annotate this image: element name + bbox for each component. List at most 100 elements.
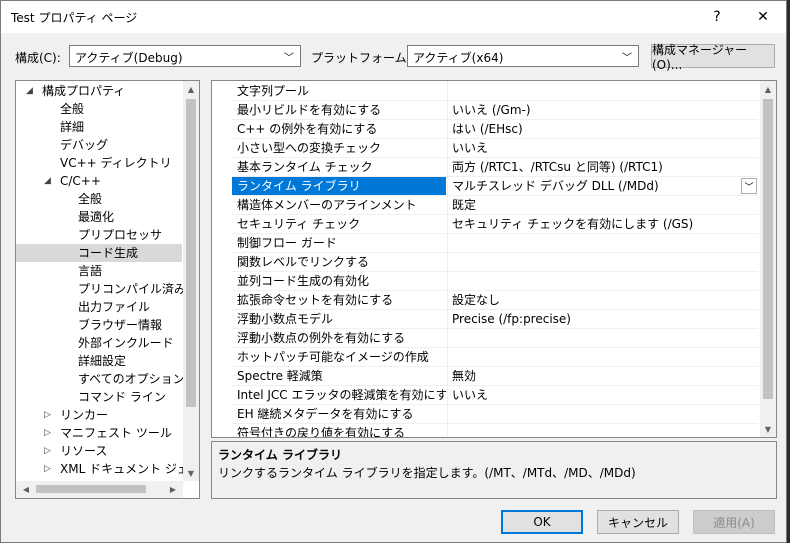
tree-item[interactable]: 出力ファイル	[16, 298, 182, 316]
property-value[interactable]	[447, 424, 757, 437]
tree-vertical-scrollbar[interactable]: ▲ ▼	[183, 81, 199, 481]
property-name: 浮動小数点モデル	[237, 312, 334, 326]
tree-item[interactable]: コード生成	[16, 244, 182, 262]
tree-item[interactable]: デバッグ	[16, 136, 182, 154]
property-row[interactable]: Intel JCC エラッタの軽減策を有効にする いいえ	[212, 386, 762, 405]
tree-item[interactable]: ▷ XML ドキュメント ジェネレー	[16, 460, 199, 478]
tree-horizontal-scrollbar[interactable]: ◀ ▶	[16, 481, 183, 498]
tree-item-label: XML ドキュメント ジェネレー	[60, 462, 199, 476]
property-value[interactable]: 設定なし	[447, 291, 757, 309]
chevron-down-icon[interactable]: ﹀	[741, 178, 757, 194]
property-row[interactable]: ホットパッチ可能なイメージの作成	[212, 348, 762, 367]
property-row[interactable]: 文字列プール	[212, 82, 762, 101]
property-name: 構造体メンバーのアラインメント	[237, 198, 417, 212]
expand-arrow-icon[interactable]: ▷	[44, 406, 51, 424]
tree-item[interactable]: プリコンパイル済みヘッ	[16, 280, 199, 298]
property-row[interactable]: 拡張命令セットを有効にする 設定なし	[212, 291, 762, 310]
property-value[interactable]: 既定	[447, 196, 757, 214]
tree-item-label: 外部インクルード	[78, 336, 174, 350]
property-row[interactable]: 浮動小数点の例外を有効にする	[212, 329, 762, 348]
property-row[interactable]: EH 継続メタデータを有効にする	[212, 405, 762, 424]
property-value[interactable]	[447, 329, 757, 347]
property-row[interactable]: 構造体メンバーのアラインメント 既定	[212, 196, 762, 215]
tree-item[interactable]: プリプロセッサ	[16, 226, 182, 244]
property-value[interactable]	[447, 348, 757, 366]
tree-scroll-thumb[interactable]	[186, 99, 196, 407]
property-name: EH 継続メタデータを有効にする	[237, 407, 414, 421]
expand-arrow-icon[interactable]: ▷	[44, 460, 51, 478]
platform-combo[interactable]: アクティブ(x64) ﹀	[407, 45, 639, 67]
property-row[interactable]: C++ の例外を有効にする はい (/EHsc)	[212, 120, 762, 139]
property-row[interactable]: 浮動小数点モデル Precise (/fp:precise)	[212, 310, 762, 329]
tree-item[interactable]: ▷ リソース	[16, 442, 182, 460]
scroll-down-icon[interactable]: ▼	[760, 421, 776, 437]
tree-item[interactable]: コマンド ライン	[16, 388, 182, 406]
scroll-right-icon[interactable]: ▶	[165, 481, 181, 497]
tree-item[interactable]: VC++ ディレクトリ	[16, 154, 182, 172]
tree-item[interactable]: ▷ マニフェスト ツール	[16, 424, 182, 442]
property-value[interactable]: いいえ	[447, 139, 757, 157]
property-value[interactable]	[447, 253, 757, 271]
property-value[interactable]	[447, 82, 757, 100]
ok-button[interactable]: OK	[501, 510, 583, 534]
scroll-down-icon[interactable]: ▼	[183, 465, 199, 481]
collapse-arrow-icon[interactable]: ◢	[26, 82, 33, 100]
apply-button[interactable]: 適用(A)	[693, 510, 775, 534]
grid-scroll-thumb[interactable]	[763, 99, 773, 399]
grid-vertical-scrollbar[interactable]: ▲ ▼	[760, 81, 776, 437]
property-row[interactable]: セキュリティ チェック セキュリティ チェックを有効にします (/GS)	[212, 215, 762, 234]
property-value[interactable]: 両方 (/RTC1、/RTCsu と同等) (/RTC1)	[447, 158, 757, 176]
tree-item[interactable]: 言語	[16, 262, 182, 280]
configuration-combo[interactable]: アクティブ(Debug) ﹀	[69, 45, 301, 67]
property-row[interactable]: Spectre 軽減策 無効	[212, 367, 762, 386]
property-value[interactable]	[447, 272, 757, 290]
expand-arrow-icon[interactable]: ▷	[44, 424, 51, 442]
close-button[interactable]: ✕	[740, 1, 786, 33]
property-row[interactable]: 並列コード生成の有効化	[212, 272, 762, 291]
scroll-up-icon[interactable]: ▲	[183, 81, 199, 97]
tree-hscroll-thumb[interactable]	[36, 485, 146, 493]
property-row[interactable]: 符号付きの戻り値を有効にする	[212, 424, 762, 437]
property-value[interactable]: いいえ (/Gm-)	[447, 101, 757, 119]
property-row[interactable]: 小さい型への変換チェック いいえ	[212, 139, 762, 158]
property-value[interactable]	[447, 234, 757, 252]
tree-item[interactable]: 詳細	[16, 118, 182, 136]
property-value[interactable]	[447, 405, 757, 423]
property-value[interactable]: 無効	[447, 367, 757, 385]
configuration-value: アクティブ(Debug)	[75, 51, 183, 65]
tree-item[interactable]: ◢ C/C++	[16, 172, 182, 190]
tree-item[interactable]: 全般	[16, 100, 182, 118]
help-button[interactable]: ?	[694, 1, 740, 33]
tree-item-label: プリコンパイル済みヘッ	[78, 282, 200, 296]
scroll-up-icon[interactable]: ▲	[760, 81, 776, 97]
property-value[interactable]: Precise (/fp:precise)	[447, 310, 757, 328]
property-row[interactable]: 基本ランタイム チェック 両方 (/RTC1、/RTCsu と同等) (/RTC1…	[212, 158, 762, 177]
expand-arrow-icon[interactable]: ▷	[44, 442, 51, 460]
tree-item[interactable]: 詳細設定	[16, 352, 182, 370]
collapse-arrow-icon[interactable]: ◢	[44, 172, 51, 190]
tree-item[interactable]: ▷ リンカー	[16, 406, 182, 424]
tree-item[interactable]: ブラウザー情報	[16, 316, 182, 334]
tree-item[interactable]: 外部インクルード	[16, 334, 182, 352]
tree-item-label: プリプロセッサ	[78, 228, 163, 242]
property-value[interactable]: マルチスレッド デバッグ DLL (/MDd)	[447, 177, 757, 195]
tree-item[interactable]: 最適化	[16, 208, 182, 226]
property-row[interactable]: ランタイム ライブラリ マルチスレッド デバッグ DLL (/MDd) ﹀	[212, 177, 762, 196]
scroll-left-icon[interactable]: ◀	[18, 481, 34, 497]
property-value[interactable]: いいえ	[447, 386, 757, 404]
property-name: C++ の例外を有効にする	[237, 122, 378, 136]
property-row[interactable]: 最小リビルドを有効にする いいえ (/Gm-)	[212, 101, 762, 120]
property-value[interactable]: はい (/EHsc)	[447, 120, 757, 138]
tree-item[interactable]: 全般	[16, 190, 182, 208]
property-row[interactable]: 関数レベルでリンクする	[212, 253, 762, 272]
configuration-label: 構成(C):	[15, 51, 61, 65]
property-name: 制御フロー ガード	[237, 236, 337, 250]
configuration-manager-button[interactable]: 構成マネージャー(O)...	[651, 43, 775, 72]
property-value[interactable]: セキュリティ チェックを有効にします (/GS)	[447, 215, 757, 233]
tree-item-label: マニフェスト ツール	[60, 426, 172, 440]
tree-item[interactable]: すべてのオプション	[16, 370, 185, 388]
property-row[interactable]: 制御フロー ガード	[212, 234, 762, 253]
tree-item[interactable]: ◢ 構成プロパティ	[16, 82, 182, 100]
cancel-button[interactable]: キャンセル	[597, 510, 679, 534]
property-name: 基本ランタイム チェック	[237, 160, 373, 174]
